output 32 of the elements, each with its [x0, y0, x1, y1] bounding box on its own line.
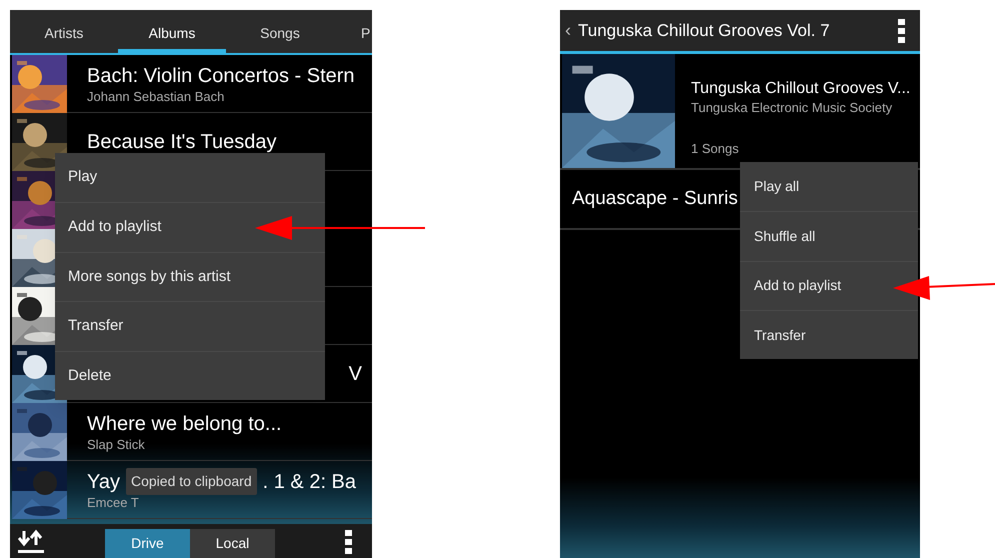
album-title: Where we belong to... [87, 412, 283, 436]
overflow-menu-icon[interactable] [897, 18, 905, 42]
tab[interactable]: Albums [118, 23, 226, 53]
album-title: Yay [87, 470, 120, 494]
album-title: Because It's Tuesday [87, 130, 278, 154]
artist-name: Johann Sebastian Bach [87, 88, 226, 104]
source-tab[interactable]: Drive [105, 529, 190, 558]
album-title: Tunguska Chillout Grooves V... [691, 79, 910, 99]
menu-item[interactable]: Play all [740, 162, 918, 212]
transfer-icon[interactable] [18, 529, 44, 553]
menu-item[interactable]: Shuffle all [740, 211, 918, 261]
toast-message: Copied to clipboard [126, 468, 257, 495]
menu-item[interactable]: Play [55, 153, 325, 202]
artist-name: Emcee T [87, 495, 140, 511]
song-title[interactable]: Aquascape - Sunris [572, 184, 738, 214]
artist-name: Slap Stick [87, 436, 146, 452]
source-tab[interactable]: Local [190, 529, 275, 558]
tab[interactable]: Songs [226, 23, 334, 53]
album-title: . 1 & 2: Ba [262, 470, 356, 494]
screen-title: Tunguska Chillout Grooves Vol. 7 [578, 20, 830, 42]
back-button[interactable]: ‹ [565, 17, 571, 44]
tab[interactable]: Artists [10, 23, 118, 53]
artist-name: Tunguska Electronic Music Society [691, 99, 894, 117]
menu-item[interactable]: Delete [55, 350, 325, 400]
menu-item[interactable]: Transfer [55, 301, 325, 351]
song-count: 1 Songs [691, 140, 740, 158]
album-title: Bach: Violin Concertos - Stern [87, 64, 356, 88]
overflow-menu-icon[interactable] [344, 530, 352, 554]
album-title: V [348, 362, 362, 386]
menu-item[interactable]: Transfer [740, 310, 918, 360]
menu-item[interactable]: More songs by this artist [55, 252, 325, 302]
tab[interactable]: P [334, 23, 372, 53]
